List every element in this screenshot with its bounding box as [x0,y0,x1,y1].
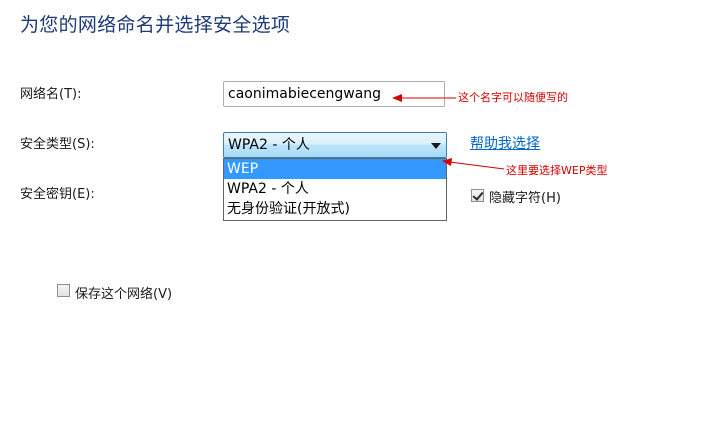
security-type-select[interactable]: WPA2 - 个人 [223,132,447,158]
hide-chars-label[interactable]: 隐藏字符(H) [489,187,561,206]
security-type-label: 安全类型(S): [20,137,95,152]
chevron-down-icon[interactable] [431,143,441,149]
dropdown-option-wep[interactable]: WEP [224,159,446,179]
page-title: 为您的网络命名并选择安全选项 [20,14,291,36]
annotation-arrow-type [449,161,505,170]
hide-chars-checkbox[interactable] [471,189,484,202]
network-name-label: 网络名(T): [20,87,82,102]
help-me-choose-link[interactable]: 帮助我选择 [470,133,540,153]
save-network-checkbox[interactable] [57,284,70,297]
annotation-name-note: 这个名字可以随便写的 [458,91,568,104]
network-name-input[interactable]: caonimabiecengwang [223,81,445,107]
annotation-type-note: 这里要选择WEP类型 [506,164,608,177]
security-key-label: 安全密钥(E): [20,187,95,202]
security-type-value: WPA2 - 个人 [228,137,310,153]
dropdown-option-open[interactable]: 无身份验证(开放式) [224,199,446,219]
save-network-label[interactable]: 保存这个网络(V) [75,283,172,302]
security-type-dropdown: WEP WPA2 - 个人 无身份验证(开放式) [223,158,447,221]
checkmark-icon [472,189,484,201]
dropdown-option-wpa2[interactable]: WPA2 - 个人 [224,179,446,199]
